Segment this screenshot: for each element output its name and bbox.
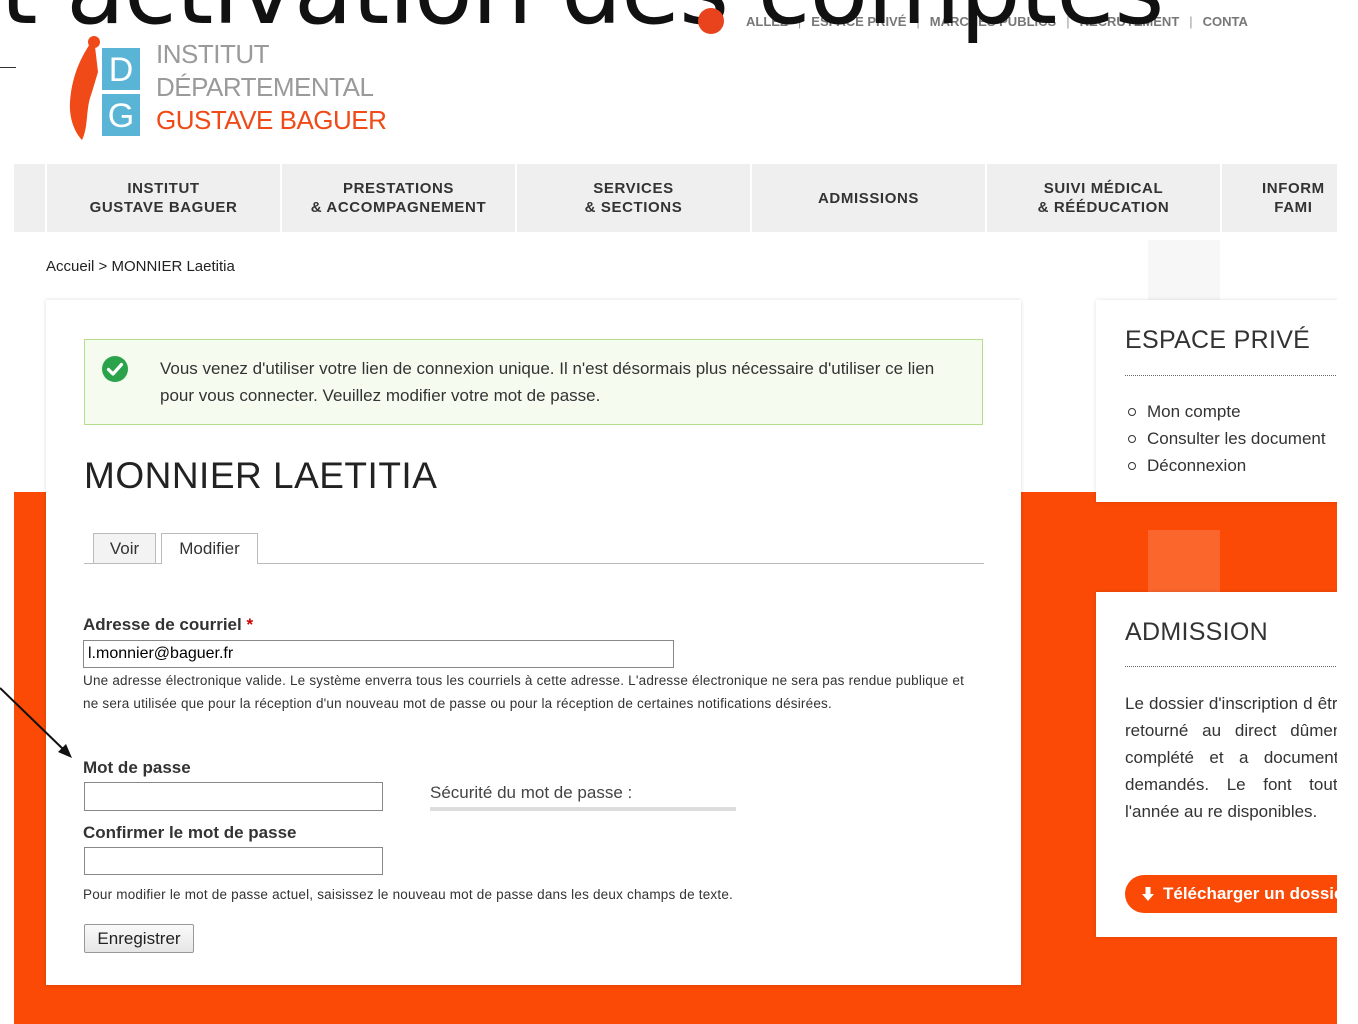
sidebar-link-documents[interactable]: Consulter les document xyxy=(1125,425,1326,452)
top-link-contact[interactable]: CONTA xyxy=(1203,14,1248,29)
check-circle-icon xyxy=(102,356,128,382)
confirm-password-field[interactable] xyxy=(84,847,383,875)
sidebar-private-links: Mon compte Consulter les document Déconn… xyxy=(1125,398,1326,479)
nav-item-prestations[interactable]: PRESTATIONS & ACCOMPAGNEMENT xyxy=(282,164,517,232)
slide-title-overlay: t activation des comptes xyxy=(0,0,1164,38)
logo-letter-d: D xyxy=(109,51,134,89)
nav-item-institut[interactable]: INSTITUT GUSTAVE BAGUER xyxy=(47,164,282,232)
main-nav: INSTITUT GUSTAVE BAGUER PRESTATIONS & AC… xyxy=(14,164,1337,232)
password-label: Mot de passe xyxy=(83,758,191,777)
nav-item-information-familles[interactable]: INFORM FAMI xyxy=(1222,164,1337,232)
password-description: Pour modifier le mot de passe actuel, sa… xyxy=(83,887,733,902)
tab-view[interactable]: Voir xyxy=(93,533,156,563)
nav-item-suivi-medical[interactable]: SUIVI MÉDICAL & RÉÉDUCATION xyxy=(987,164,1222,232)
status-message-text: Vous venez d'utiliser votre lien de conn… xyxy=(160,359,935,405)
password-field[interactable] xyxy=(84,782,383,811)
sidebar-admission-title: ADMISSION xyxy=(1125,618,1268,646)
email-description: Une adresse électronique valide. Le syst… xyxy=(83,673,965,711)
sidebar-link-my-account[interactable]: Mon compte xyxy=(1125,398,1326,425)
sidebar-link-logout[interactable]: Déconnexion xyxy=(1125,452,1326,479)
sidebar-admission-divider xyxy=(1125,666,1340,667)
nav-item-services[interactable]: SERVICES & SECTIONS xyxy=(517,164,752,232)
download-dossier-label: Télécharger un dossie xyxy=(1163,884,1344,903)
password-strength-bar xyxy=(430,807,736,811)
logo-line-name: GUSTAVE BAGUER xyxy=(156,105,387,135)
tab-edit[interactable]: Modifier xyxy=(161,533,258,564)
save-button[interactable]: Enregistrer xyxy=(84,924,194,953)
slide-underline xyxy=(0,67,16,68)
required-marker: * xyxy=(246,615,254,634)
email-label-text: Adresse de courriel xyxy=(83,615,242,634)
annotation-arrow xyxy=(0,687,72,758)
download-arrow-icon xyxy=(1142,887,1154,901)
sidebar-private-title: ESPACE PRIVÉ xyxy=(1125,326,1311,354)
confirm-password-label: Confirmer le mot de passe xyxy=(83,823,297,842)
password-strength-label: Sécurité du mot de passe : xyxy=(430,783,633,802)
sidebar-ribbon-top xyxy=(1148,240,1220,300)
viewport-edge xyxy=(1337,0,1358,1024)
breadcrumb: Accueil > MONNIER Laetitia xyxy=(46,258,235,275)
sidebar-ribbon-middle xyxy=(1148,530,1220,592)
logo-letter-g: G xyxy=(108,97,134,135)
logo-emblem[interactable]: D G xyxy=(64,32,144,142)
location-pin-icon[interactable] xyxy=(698,8,724,34)
nav-item-admissions[interactable]: ADMISSIONS xyxy=(752,164,987,232)
logo-wordmark[interactable]: INSTITUT DÉPARTEMENTAL GUSTAVE BAGUER xyxy=(156,38,387,137)
breadcrumb-current: MONNIER Laetitia xyxy=(111,258,235,275)
breadcrumb-separator: > xyxy=(98,258,108,275)
nav-spacer xyxy=(14,164,47,232)
sidebar-private-divider xyxy=(1125,375,1340,376)
email-field[interactable] xyxy=(83,640,674,668)
logo-line-departemental: DÉPARTEMENTAL xyxy=(156,72,374,102)
breadcrumb-home-link[interactable]: Accueil xyxy=(46,258,94,275)
sidebar-admission-text: Le dossier d'inscription d être retourné… xyxy=(1125,694,1347,821)
page-title: MONNIER LAETITIA xyxy=(84,455,438,496)
download-dossier-button[interactable]: Télécharger un dossie xyxy=(1125,875,1358,913)
email-label: Adresse de courriel * xyxy=(83,615,253,635)
